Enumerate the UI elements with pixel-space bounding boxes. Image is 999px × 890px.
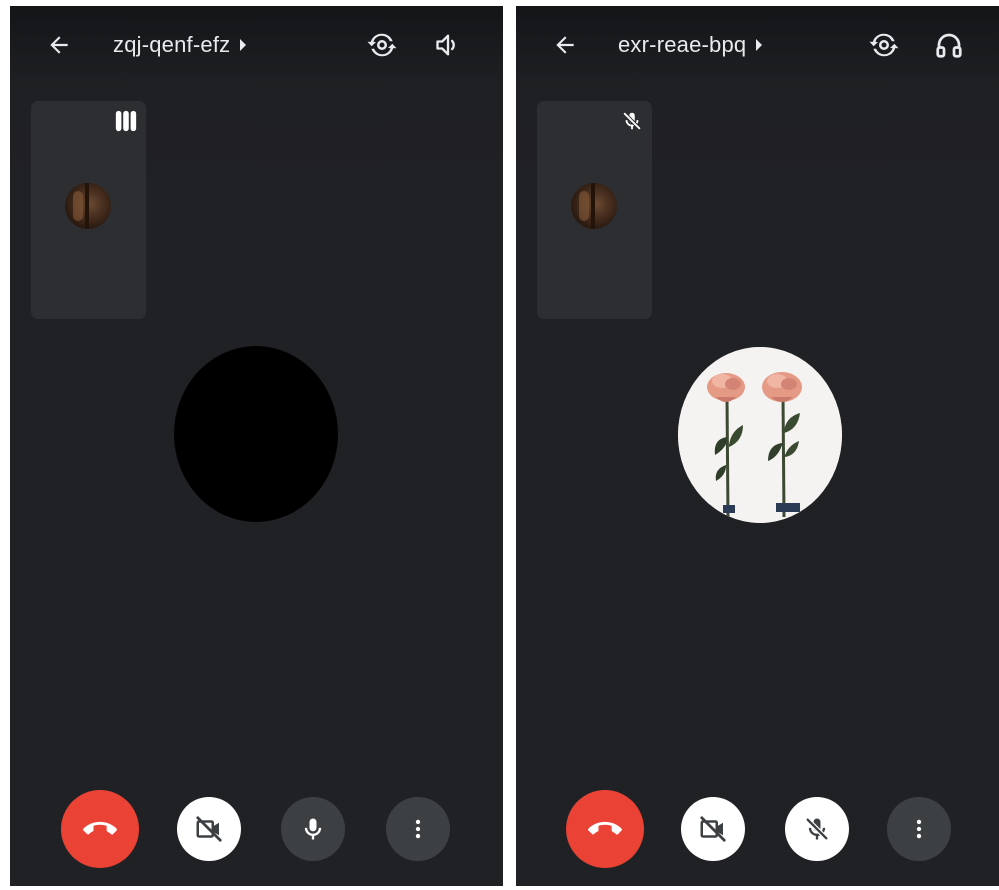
more-options-button[interactable] <box>887 797 951 861</box>
caret-right-icon <box>240 39 247 51</box>
phone-hangup-icon <box>588 821 622 835</box>
audio-level-icon <box>115 110 137 132</box>
remote-participant-avatar <box>678 347 842 523</box>
self-avatar <box>65 183 111 229</box>
microphone-icon <box>304 818 322 840</box>
audio-output-button[interactable] <box>932 28 966 62</box>
meeting-info-button[interactable]: zqj-qenf-efz <box>113 30 247 60</box>
speaker-output-button[interactable] <box>431 28 465 62</box>
speaker-icon <box>436 34 455 56</box>
self-video-tile[interactable] <box>537 101 652 319</box>
caret-right-icon <box>756 39 763 51</box>
back-button[interactable] <box>44 30 74 60</box>
top-bar: zqj-qenf-efz <box>10 6 503 82</box>
switch-camera-icon <box>367 33 397 57</box>
videocam-off-icon <box>700 816 726 842</box>
remote-participant-avatar <box>174 346 338 522</box>
meeting-info-button[interactable]: exr-reae-bpq <box>618 30 763 60</box>
phone-hangup-icon <box>83 821 117 835</box>
switch-camera-button[interactable] <box>365 28 399 62</box>
microphone-toggle-button[interactable] <box>281 797 345 861</box>
back-button[interactable] <box>550 30 580 60</box>
call-screen-left: zqj-qenf-efz <box>10 6 503 886</box>
call-controls <box>10 790 503 868</box>
camera-toggle-button[interactable] <box>681 797 745 861</box>
switch-camera-icon <box>869 33 899 57</box>
top-bar: exr-reae-bpq <box>516 6 999 82</box>
mic-muted-indicator <box>620 109 644 133</box>
camera-toggle-button[interactable] <box>177 797 241 861</box>
headphones-icon <box>936 33 962 58</box>
microphone-toggle-button[interactable] <box>785 797 849 861</box>
end-call-button[interactable] <box>61 790 139 868</box>
mic-off-icon <box>805 817 829 841</box>
videocam-off-icon <box>196 816 222 842</box>
switch-camera-button[interactable] <box>867 28 901 62</box>
screenshot-comparison: zqj-qenf-efz exr-reae-bpq <box>0 0 999 890</box>
more-vert-icon <box>916 819 922 839</box>
meeting-code: exr-reae-bpq <box>618 32 747 57</box>
arrow-back-icon <box>50 36 68 54</box>
call-screen-right: exr-reae-bpq <box>516 6 999 886</box>
self-video-tile[interactable] <box>31 101 146 319</box>
roses-photo <box>678 347 842 523</box>
self-avatar <box>571 183 617 229</box>
meeting-code: zqj-qenf-efz <box>113 32 231 57</box>
call-controls <box>516 790 999 868</box>
more-options-button[interactable] <box>386 797 450 861</box>
arrow-back-icon <box>556 36 574 54</box>
audio-level-indicator <box>114 109 138 133</box>
mic-off-icon <box>622 111 642 131</box>
more-vert-icon <box>415 819 421 839</box>
end-call-button[interactable] <box>566 790 644 868</box>
